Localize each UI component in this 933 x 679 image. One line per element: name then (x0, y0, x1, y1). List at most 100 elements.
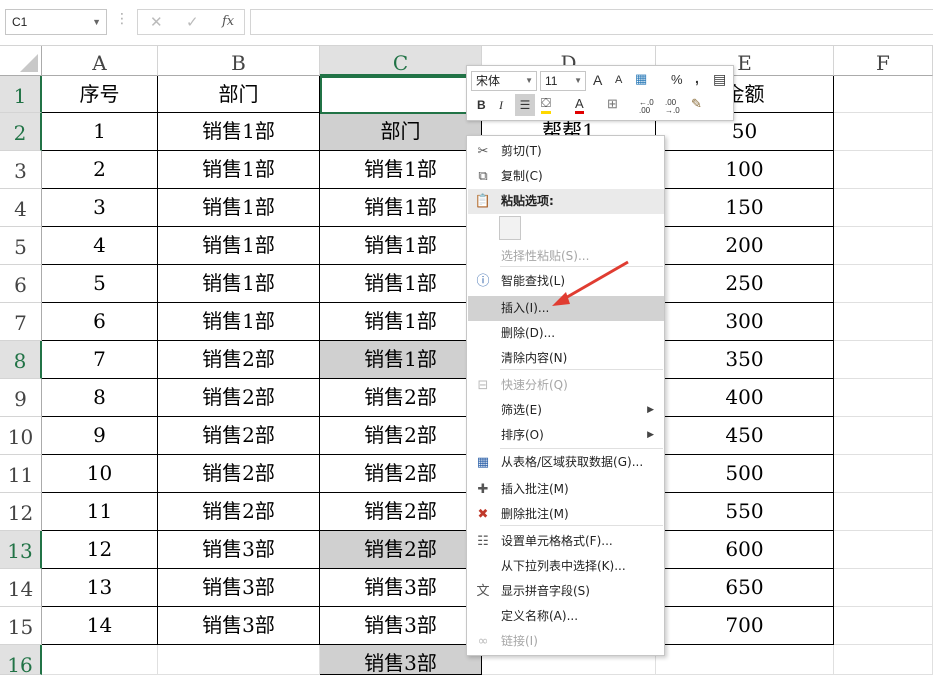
cell-b6[interactable]: 销售1部 (158, 265, 320, 303)
cell-b16[interactable] (158, 645, 320, 675)
shrink-font-button[interactable]: A (615, 74, 622, 86)
accounting-format-icon[interactable]: ▦ (635, 71, 647, 87)
cell-b11[interactable]: 销售2部 (158, 455, 320, 493)
cell-a11[interactable]: 10 (42, 455, 158, 493)
cell-b2[interactable]: 销售1部 (158, 113, 320, 151)
cell-f13[interactable] (834, 531, 933, 569)
row-header-7[interactable]: 7 (0, 303, 42, 341)
cell-b5[interactable]: 销售1部 (158, 227, 320, 265)
menu-item-smart-lookup[interactable]: ⓘ 智能查找(L) (468, 269, 664, 294)
cell-c14[interactable]: 销售3部 (320, 569, 482, 607)
cell-f7[interactable] (834, 303, 933, 341)
cell-f4[interactable] (834, 189, 933, 227)
format-painter-icon[interactable]: ✎ (691, 96, 702, 112)
cell-e11[interactable]: 500 (656, 455, 834, 493)
menu-item-sort[interactable]: 排序(O) ▶ (468, 423, 664, 448)
cell-a1[interactable]: 序号 (42, 76, 158, 113)
row-header-4[interactable]: 4 (0, 189, 42, 227)
cell-c12[interactable]: 销售2部 (320, 493, 482, 531)
menu-item-show-phonetic[interactable]: 文显示拼音字段(S) (468, 579, 664, 604)
fill-color-icon[interactable]: ⛋ (541, 95, 551, 114)
menu-item-delete[interactable]: 删除(D)... (468, 321, 664, 346)
bold-button[interactable]: B (477, 98, 486, 112)
formula-input[interactable] (250, 9, 933, 35)
cell-a15[interactable]: 14 (42, 607, 158, 645)
enter-icon[interactable]: ✓ (186, 13, 199, 31)
cell-b8[interactable]: 销售2部 (158, 341, 320, 379)
chevron-down-icon[interactable]: ▼ (92, 10, 101, 34)
percent-button[interactable]: % (671, 72, 683, 87)
row-header-11[interactable]: 11 (0, 455, 42, 493)
insert-function-button[interactable]: fx (222, 14, 234, 29)
row-header-9[interactable]: 9 (0, 379, 42, 417)
menu-item-clear-contents[interactable]: 清除内容(N) (468, 346, 664, 371)
row-header-12[interactable]: 12 (0, 493, 42, 531)
cell-f6[interactable] (834, 265, 933, 303)
cell-f14[interactable] (834, 569, 933, 607)
menu-item-delete-comment[interactable]: ✖ 删除批注(M) (468, 502, 664, 527)
cell-a13[interactable]: 12 (42, 531, 158, 569)
menu-item-filter[interactable]: 筛选(E) ▶ (468, 398, 664, 423)
cell-a8[interactable]: 7 (42, 341, 158, 379)
cell-c10[interactable]: 销售2部 (320, 417, 482, 455)
name-box[interactable]: C1 ▼ (5, 9, 107, 35)
cell-a5[interactable]: 4 (42, 227, 158, 265)
cell-e14[interactable]: 650 (656, 569, 834, 607)
cell-c6[interactable]: 销售1部 (320, 265, 482, 303)
cell-e8[interactable]: 350 (656, 341, 834, 379)
row-header-1[interactable]: 1 (0, 76, 42, 113)
cell-f5[interactable] (834, 227, 933, 265)
cell-b10[interactable]: 销售2部 (158, 417, 320, 455)
cell-b14[interactable]: 销售3部 (158, 569, 320, 607)
cell-f3[interactable] (834, 151, 933, 189)
cell-a12[interactable]: 11 (42, 493, 158, 531)
font-name-select[interactable]: 宋体 ▼ (471, 71, 537, 91)
cell-e12[interactable]: 550 (656, 493, 834, 531)
borders-icon[interactable]: ⊞ (607, 96, 618, 112)
cell-b4[interactable]: 销售1部 (158, 189, 320, 227)
cell-a9[interactable]: 8 (42, 379, 158, 417)
cell-a16[interactable] (42, 645, 158, 675)
row-header-10[interactable]: 10 (0, 417, 42, 455)
cell-a2[interactable]: 1 (42, 113, 158, 151)
cell-e13[interactable]: 600 (656, 531, 834, 569)
cell-f10[interactable] (834, 417, 933, 455)
increase-decimal-button[interactable]: ←.0 .00 (639, 99, 659, 115)
cell-b15[interactable]: 销售3部 (158, 607, 320, 645)
cell-f2[interactable] (834, 113, 933, 151)
cell-e10[interactable]: 450 (656, 417, 834, 455)
cell-f9[interactable] (834, 379, 933, 417)
menu-item-cut[interactable]: ✂ 剪切(T) (468, 139, 664, 164)
menu-item-format-cells[interactable]: ☷ 设置单元格格式(F)... (468, 529, 664, 554)
menu-item-paste-options[interactable]: 📋 粘贴选项: (468, 189, 664, 214)
cell-a10[interactable]: 9 (42, 417, 158, 455)
row-header-2[interactable]: 2 (0, 113, 42, 151)
row-header-8[interactable]: 8 (0, 341, 42, 379)
row-header-16[interactable]: 16 (0, 645, 42, 677)
cell-a7[interactable]: 6 (42, 303, 158, 341)
menu-item-define-name[interactable]: 定义名称(A)... (468, 604, 664, 629)
cell-c8[interactable]: 销售1部 (320, 341, 482, 379)
cell-a3[interactable]: 2 (42, 151, 158, 189)
cell-b13[interactable]: 销售3部 (158, 531, 320, 569)
column-header-c[interactable]: C (320, 46, 482, 76)
comma-button[interactable]: , (695, 70, 699, 86)
row-header-5[interactable]: 5 (0, 227, 42, 265)
align-center-icon[interactable]: ☰ (515, 94, 535, 116)
row-header-14[interactable]: 14 (0, 569, 42, 607)
decrease-decimal-button[interactable]: .00 →.0 (665, 99, 685, 115)
row-header-13[interactable]: 13 (0, 531, 42, 569)
cell-c13[interactable]: 销售2部 (320, 531, 482, 569)
active-cell-c1[interactable] (320, 76, 482, 114)
cell-c11[interactable]: 销售2部 (320, 455, 482, 493)
cell-c15[interactable]: 销售3部 (320, 607, 482, 645)
column-header-a[interactable]: A (42, 46, 158, 76)
cell-b1[interactable]: 部门 (158, 76, 320, 113)
paste-button-icon[interactable] (499, 216, 521, 240)
cell-e7[interactable]: 300 (656, 303, 834, 341)
cell-f15[interactable] (834, 607, 933, 645)
cell-f16[interactable] (834, 645, 933, 675)
cell-e5[interactable]: 200 (656, 227, 834, 265)
cell-a14[interactable]: 13 (42, 569, 158, 607)
cell-f8[interactable] (834, 341, 933, 379)
